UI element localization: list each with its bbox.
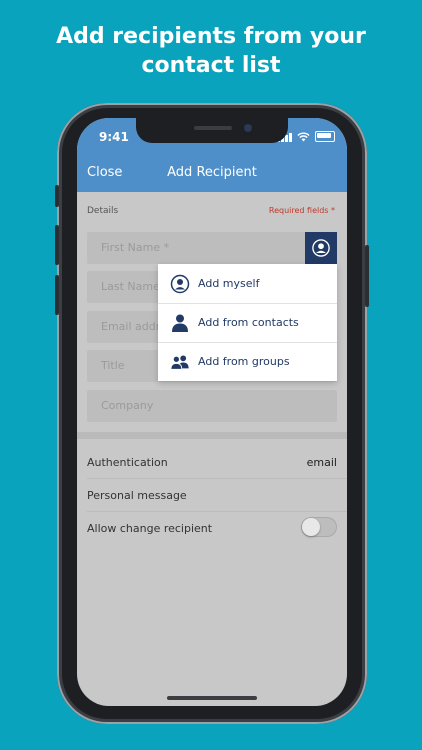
phone-volume-down bbox=[55, 275, 59, 315]
phone-power-button bbox=[365, 245, 369, 307]
add-myself-option[interactable]: Add myself bbox=[158, 264, 337, 303]
allow-change-recipient-label: Allow change recipient bbox=[87, 522, 213, 535]
phone-camera-icon bbox=[244, 124, 252, 132]
add-from-contacts-option[interactable]: Add from contacts bbox=[158, 303, 337, 342]
add-from-contacts-label: Add from contacts bbox=[198, 316, 299, 329]
add-from-groups-option[interactable]: Add from groups bbox=[158, 342, 337, 381]
section-divider bbox=[77, 432, 347, 439]
promo-headline: Add recipients from your contact list bbox=[0, 22, 422, 80]
phone-screen: 9:41 Close Add Recipient Details Require… bbox=[77, 118, 347, 706]
add-recipient-menu-button[interactable] bbox=[305, 232, 337, 264]
phone-notch bbox=[136, 118, 288, 143]
phone-speaker bbox=[194, 126, 232, 130]
person-icon bbox=[172, 314, 188, 332]
phone-mute-switch bbox=[55, 185, 59, 207]
headline-line-1: Add recipients from your bbox=[56, 24, 366, 49]
add-recipient-popup: Add myself Add from contacts Add from gr… bbox=[158, 264, 337, 381]
home-indicator bbox=[167, 696, 257, 700]
phone-volume-up bbox=[55, 225, 59, 265]
wifi-icon bbox=[297, 132, 310, 141]
add-from-groups-label: Add from groups bbox=[198, 355, 290, 368]
details-section-label: Details bbox=[87, 206, 119, 216]
company-field[interactable]: Company bbox=[87, 390, 337, 422]
add-myself-label: Add myself bbox=[198, 277, 260, 290]
toggle-knob bbox=[302, 518, 320, 536]
authentication-row[interactable]: Authentication email bbox=[87, 446, 337, 478]
personal-message-row[interactable]: Personal message bbox=[87, 479, 337, 511]
allow-change-recipient-row: Allow change recipient bbox=[87, 512, 337, 544]
authentication-label: Authentication bbox=[87, 456, 168, 469]
headline-line-2: contact list bbox=[141, 53, 281, 78]
group-icon bbox=[170, 355, 189, 370]
required-fields-label: Required fields * bbox=[268, 206, 335, 215]
page-title: Add Recipient bbox=[167, 165, 257, 180]
personal-message-label: Personal message bbox=[87, 489, 187, 502]
first-name-field[interactable]: First Name * bbox=[87, 232, 337, 264]
allow-change-recipient-toggle[interactable] bbox=[301, 517, 337, 537]
person-circle-icon bbox=[170, 274, 190, 294]
person-circle-icon bbox=[312, 239, 330, 257]
status-time: 9:41 bbox=[99, 130, 129, 144]
battery-icon bbox=[315, 131, 335, 142]
authentication-value: email bbox=[306, 456, 337, 469]
